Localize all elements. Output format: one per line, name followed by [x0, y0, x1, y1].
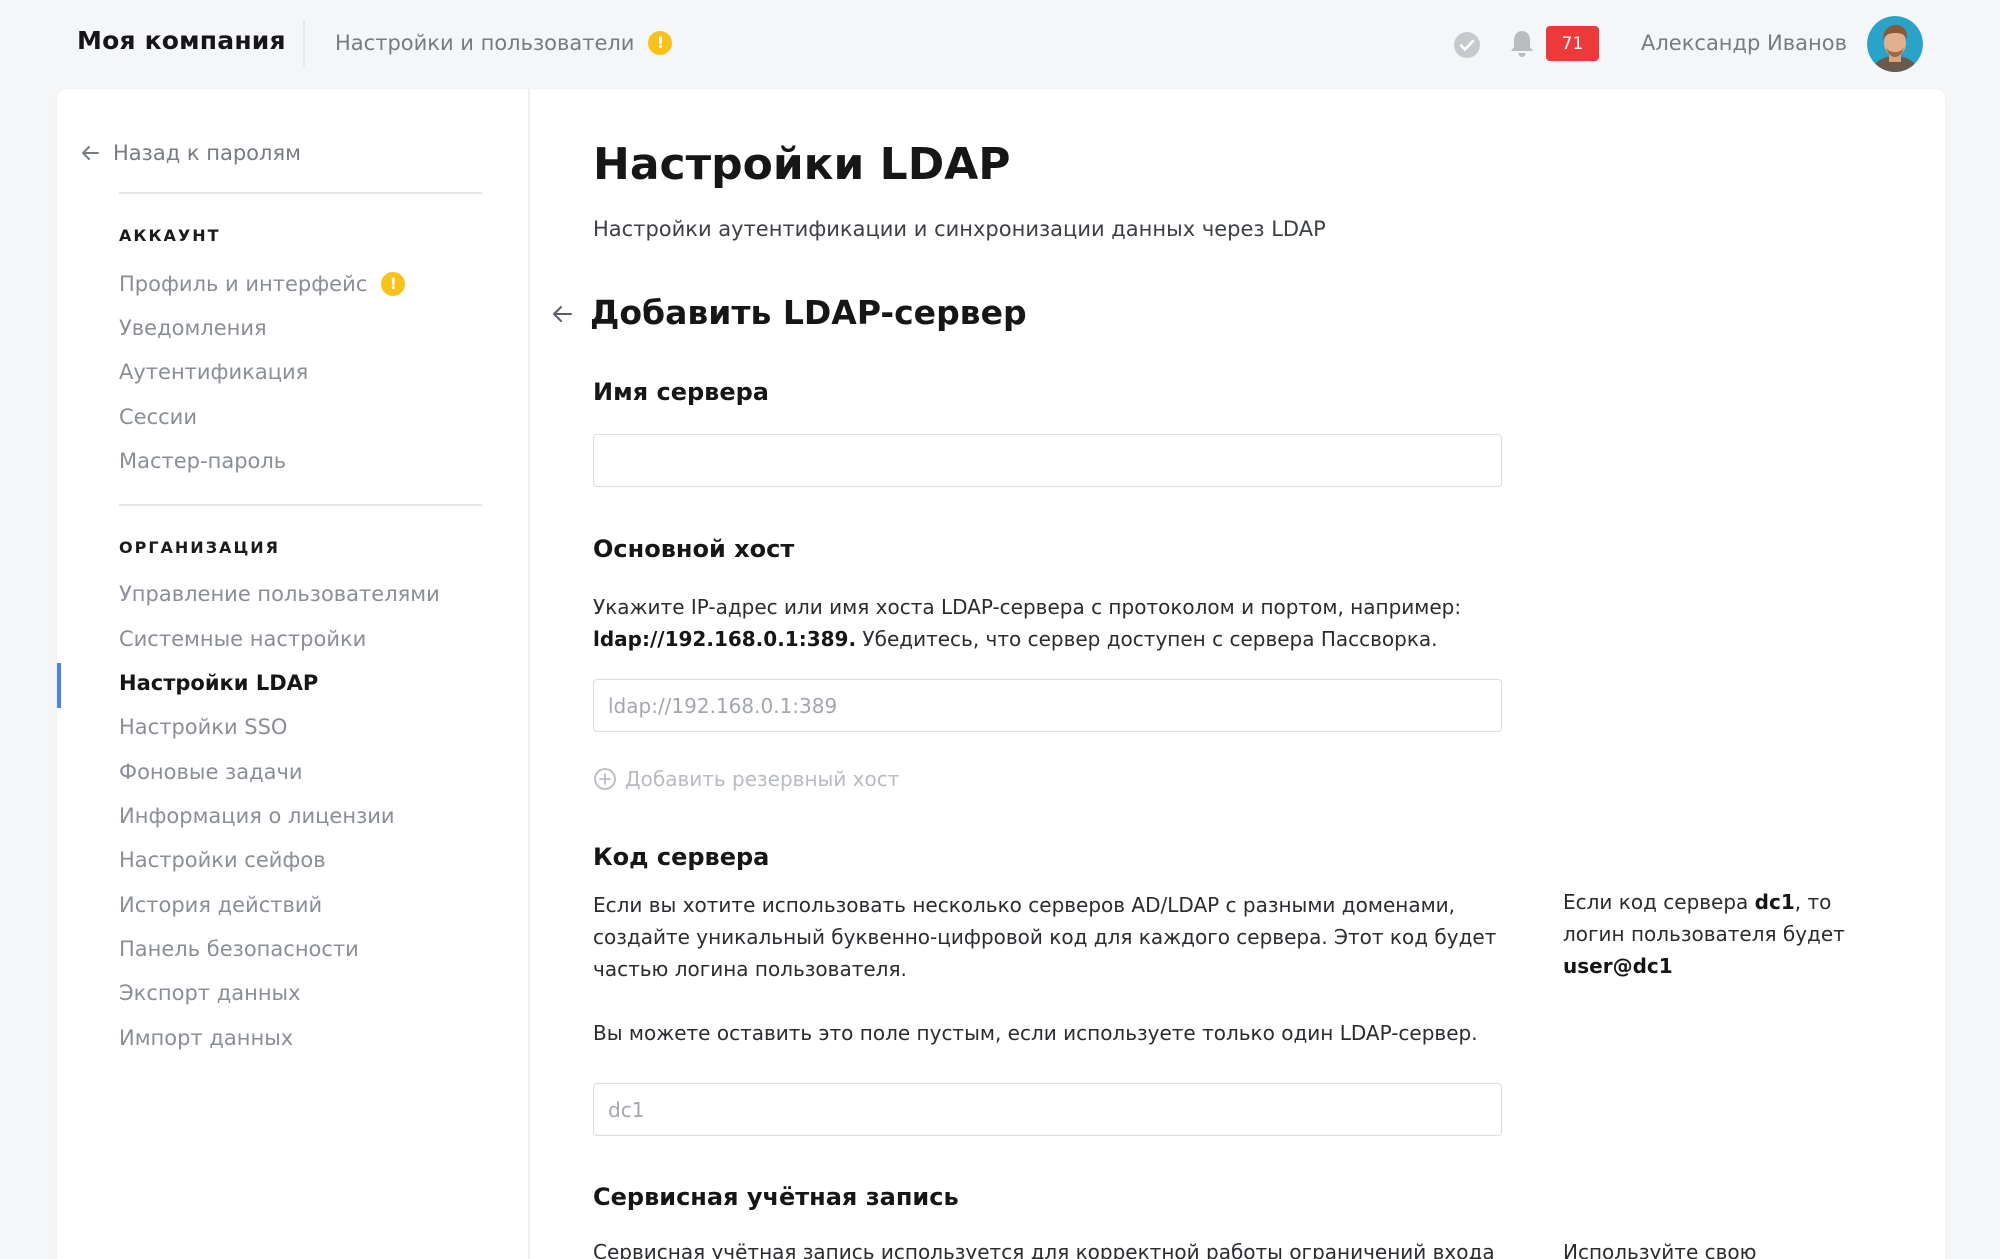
- back-to-passwords-link[interactable]: Назад к паролям: [79, 141, 301, 165]
- topbar-divider: [303, 20, 305, 66]
- sidebar-divider: [119, 504, 482, 506]
- sidebar-item-activity-log[interactable]: История действий: [119, 893, 322, 917]
- service-account-label: Сервисная учётная запись: [593, 1183, 959, 1211]
- bell-icon[interactable]: [1507, 28, 1537, 60]
- primary-host-help: Укажите IP-адрес или имя хоста LDAP-серв…: [593, 591, 1513, 655]
- warning-icon: !: [648, 31, 673, 55]
- sidebar-item-master-password[interactable]: Мастер-пароль: [119, 449, 286, 473]
- sidebar-item-profile[interactable]: Профиль и интерфейс !: [119, 272, 406, 296]
- sidebar-item-data-export[interactable]: Экспорт данных: [119, 981, 301, 1005]
- plus-circle-icon: [594, 768, 616, 790]
- top-bar: Моя компания Настройки и пользователи ! …: [0, 0, 2000, 90]
- breadcrumb-label: Настройки и пользователи: [335, 31, 635, 55]
- note-code: dc1: [1754, 890, 1795, 914]
- sidebar-item-vault-settings[interactable]: Настройки сейфов: [119, 848, 326, 872]
- sidebar: Назад к паролям АККАУНТ Профиль и интерф…: [57, 89, 530, 1259]
- add-backup-host-button[interactable]: Добавить резервный хост: [593, 767, 899, 791]
- note-text: Если код сервера: [1563, 890, 1749, 914]
- sidebar-item-ldap-settings[interactable]: Настройки LDAP: [119, 671, 318, 695]
- sidebar-item-authentication[interactable]: Аутентификация: [119, 360, 308, 384]
- sidebar-item-notifications[interactable]: Уведомления: [119, 316, 267, 340]
- note-login: user@dc1: [1563, 954, 1673, 978]
- sidebar-item-label: Профиль и интерфейс: [119, 272, 368, 296]
- sidebar-item-background-tasks[interactable]: Фоновые задачи: [119, 760, 303, 784]
- server-code-note: Если код сервера dc1, то логин пользоват…: [1563, 886, 1893, 982]
- server-code-input[interactable]: [593, 1083, 1502, 1136]
- arrow-left-icon[interactable]: [550, 302, 574, 326]
- server-code-label: Код сервера: [593, 843, 770, 871]
- active-indicator: [57, 663, 61, 708]
- avatar[interactable]: [1867, 16, 1923, 72]
- add-backup-host-label: Добавить резервный хост: [625, 767, 900, 791]
- service-account-note: Используйте свою: [1563, 1240, 1757, 1259]
- primary-host-label: Основной хост: [593, 535, 795, 563]
- main-content: Настройки LDAP Настройки аутентификации …: [530, 89, 1945, 1259]
- check-circle-icon[interactable]: [1452, 30, 1482, 60]
- arrow-left-icon: [82, 146, 99, 160]
- server-name-label: Имя сервера: [593, 378, 769, 406]
- help-text: Укажите IP-адрес или имя хоста LDAP-серв…: [593, 595, 1462, 619]
- primary-host-input[interactable]: [593, 679, 1502, 732]
- sidebar-item-sessions[interactable]: Сессии: [119, 405, 197, 429]
- breadcrumb[interactable]: Настройки и пользователи !: [335, 31, 673, 55]
- sidebar-item-data-import[interactable]: Импорт данных: [119, 1026, 293, 1050]
- section-title-account: АККАУНТ: [119, 226, 221, 245]
- form-title: Добавить LDAP-сервер: [590, 293, 1027, 332]
- sidebar-item-system-settings[interactable]: Системные настройки: [119, 627, 366, 651]
- page-subtitle: Настройки аутентификации и синхронизации…: [593, 217, 1326, 241]
- sidebar-divider: [119, 192, 482, 194]
- service-account-help: Сервисная учётная запись используется дл…: [593, 1240, 1495, 1259]
- back-link-label: Назад к паролям: [113, 141, 301, 165]
- host-example: ldap://192.168.0.1:389.: [593, 627, 857, 651]
- sidebar-item-sso-settings[interactable]: Настройки SSO: [119, 715, 287, 739]
- sidebar-item-user-management[interactable]: Управление пользователями: [119, 582, 440, 606]
- help-text: Убедитесь, что сервер доступен с сервера…: [862, 627, 1438, 651]
- sidebar-item-security-dashboard[interactable]: Панель безопасности: [119, 937, 359, 961]
- notifications-count-badge[interactable]: 71: [1546, 26, 1599, 61]
- section-title-organization: ОРГАНИЗАЦИЯ: [119, 538, 280, 557]
- sidebar-item-license-info[interactable]: Информация о лицензии: [119, 804, 395, 828]
- settings-card: Назад к паролям АККАУНТ Профиль и интерф…: [57, 89, 1945, 1259]
- server-code-help-optional: Вы можете оставить это поле пустым, если…: [593, 1021, 1478, 1045]
- server-code-help: Если вы хотите использовать несколько се…: [593, 893, 1497, 981]
- user-name[interactable]: Александр Иванов: [1641, 31, 1847, 55]
- warning-icon: !: [381, 272, 406, 296]
- page-title: Настройки LDAP: [593, 139, 1011, 190]
- company-name[interactable]: Моя компания: [77, 26, 286, 55]
- server-name-input[interactable]: [593, 434, 1502, 487]
